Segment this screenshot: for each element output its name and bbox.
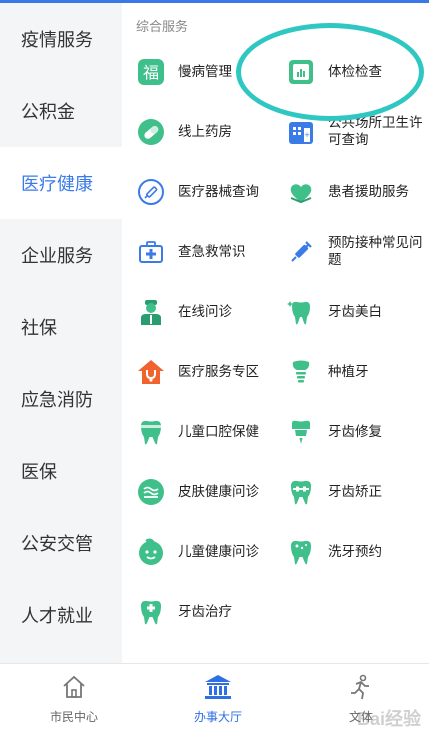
- service-label: 在线问诊: [178, 303, 232, 320]
- service-label: 慢病管理: [178, 63, 232, 80]
- service-tooth-repair[interactable]: 牙齿修复: [286, 410, 429, 454]
- service-chronic-disease[interactable]: 福 慢病管理: [136, 50, 286, 94]
- service-tooth-treatment[interactable]: 牙齿治疗: [136, 590, 286, 634]
- service-label: 预防接种常见问题: [328, 235, 423, 268]
- service-label: 皮肤健康问诊: [178, 483, 259, 500]
- nav-label: 办事大厅: [193, 710, 242, 724]
- baby-face-icon: [136, 537, 166, 567]
- sidebar-item-medical-health[interactable]: 医疗健康: [0, 147, 122, 219]
- tooth-sparkle-icon: [286, 297, 316, 327]
- service-label: 医疗器械查询: [178, 183, 259, 200]
- home-icon: [61, 674, 87, 704]
- service-teeth-cleaning[interactable]: 洗牙预约: [286, 530, 429, 574]
- nav-label: 市民中心: [49, 710, 98, 724]
- bottom-navigation: 市民中心 办事大厅 文体: [0, 663, 429, 745]
- service-label: 患者援助服务: [328, 183, 409, 200]
- service-first-aid[interactable]: 查急救常识: [136, 230, 286, 274]
- sidebar-item-emergency[interactable]: 应急消防: [0, 363, 122, 435]
- service-label: 种植牙: [328, 363, 369, 380]
- first-aid-kit-icon: [136, 237, 166, 267]
- service-label: 儿童健康问诊: [178, 543, 259, 560]
- service-label: 医疗服务专区: [178, 363, 259, 380]
- sidebar-item-label: 医疗健康: [21, 174, 93, 195]
- sidebar-item-label: 医保: [21, 462, 57, 483]
- nav-citizen-center[interactable]: 市民中心: [24, 674, 124, 730]
- svg-text:+: +: [304, 131, 310, 139]
- pill-icon: [136, 117, 166, 147]
- service-vaccination-faq[interactable]: 预防接种常见问题: [286, 230, 429, 274]
- service-label: 洗牙预约: [328, 543, 382, 560]
- sidebar-item-epidemic[interactable]: 疫情服务: [0, 3, 122, 75]
- sidebar-item-medical-insurance[interactable]: 医保: [0, 435, 122, 507]
- sidebar-item-label: 社保: [21, 318, 57, 339]
- tooth-braces-icon: [286, 477, 316, 507]
- service-teeth-whitening[interactable]: 牙齿美白: [286, 290, 429, 334]
- service-physical-exam[interactable]: 体检检查: [286, 50, 429, 94]
- sidebar-item-label: 应急消防: [21, 390, 93, 411]
- service-medical-zone[interactable]: 医疗服务专区: [136, 350, 286, 394]
- service-label: 公共场所卫生许可查询: [328, 115, 423, 148]
- dental-implant-icon: [286, 357, 316, 387]
- syringe-circle-icon: [136, 177, 166, 207]
- nav-service-hall[interactable]: 办事大厅: [168, 674, 268, 730]
- fu-character-icon: 福: [136, 57, 166, 87]
- service-panel: 综合服务 福 慢病管理 体检检查 线上药房 + 公共场所卫生许可查询 医疗器械查…: [122, 3, 429, 663]
- runner-icon: [348, 674, 374, 704]
- category-sidebar: 疫情服务 公积金 医疗健康 企业服务 社保 应急消防 医保 公安交管 人才就业: [0, 3, 122, 663]
- sidebar-item-social-security[interactable]: 社保: [0, 291, 122, 363]
- service-label: 牙齿治疗: [178, 603, 232, 620]
- service-dental-implant[interactable]: 种植牙: [286, 350, 429, 394]
- tooth-clean-icon: [286, 537, 316, 567]
- watermark: Bai经验: [356, 709, 421, 729]
- section-title: 综合服务: [136, 20, 189, 35]
- heart-hands-icon: [286, 177, 316, 207]
- vaccine-icon: [286, 237, 316, 267]
- service-label: 线上药房: [178, 123, 232, 140]
- sidebar-item-traffic[interactable]: 公安交管: [0, 507, 122, 579]
- service-label: 牙齿修复: [328, 423, 382, 440]
- service-label: 体检检查: [328, 63, 382, 80]
- sidebar-item-label: 企业服务: [21, 246, 93, 267]
- tooth-repair-icon: [286, 417, 316, 447]
- sidebar-item-housing-fund[interactable]: 公积金: [0, 75, 122, 147]
- tooth-treatment-icon: [136, 597, 166, 627]
- stethoscope-house-icon: [136, 357, 166, 387]
- skin-icon: [136, 477, 166, 507]
- service-orthodontics[interactable]: 牙齿矫正: [286, 470, 429, 514]
- service-patient-assistance[interactable]: 患者援助服务: [286, 170, 429, 214]
- service-online-pharmacy[interactable]: 线上药房: [136, 110, 286, 154]
- sidebar-item-enterprise[interactable]: 企业服务: [0, 219, 122, 291]
- service-public-hygiene-permit[interactable]: + 公共场所卫生许可查询: [286, 110, 429, 154]
- sidebar-item-label: 公积金: [21, 102, 75, 123]
- service-label: 牙齿矫正: [328, 483, 382, 500]
- svg-text:福: 福: [143, 63, 159, 82]
- tooth-child-icon: [136, 417, 166, 447]
- doctor-icon: [136, 297, 166, 327]
- service-child-health[interactable]: 儿童健康问诊: [136, 530, 286, 574]
- sidebar-item-label: 人才就业: [21, 606, 93, 627]
- service-skin-health[interactable]: 皮肤健康问诊: [136, 470, 286, 514]
- building-icon: +: [286, 117, 316, 147]
- service-label: 牙齿美白: [328, 303, 382, 320]
- hall-icon: [204, 674, 232, 704]
- service-online-consultation[interactable]: 在线问诊: [136, 290, 286, 334]
- service-child-oral-care[interactable]: 儿童口腔保健: [136, 410, 286, 454]
- service-label: 儿童口腔保健: [178, 423, 259, 440]
- sidebar-item-label: 公安交管: [21, 534, 93, 555]
- service-medical-device-query[interactable]: 医疗器械查询: [136, 170, 286, 214]
- sidebar-item-talent[interactable]: 人才就业: [0, 579, 122, 651]
- service-label: 查急救常识: [178, 243, 246, 260]
- report-chart-icon: [286, 57, 316, 87]
- sidebar-item-label: 疫情服务: [21, 30, 93, 51]
